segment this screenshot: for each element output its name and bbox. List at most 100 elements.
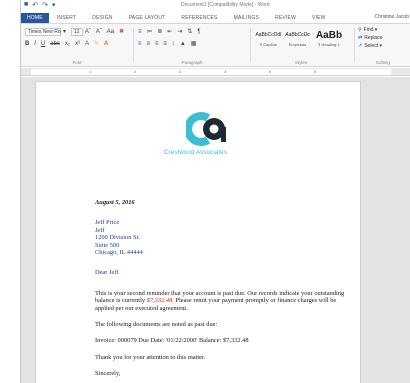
select-button[interactable]: ↗ Select ▾: [358, 42, 408, 50]
style-name: ¶ Heading 1: [318, 42, 340, 47]
tab-home[interactable]: HOME: [21, 12, 49, 23]
borders-icon[interactable]: ▦: [191, 40, 197, 48]
superscript-icon[interactable]: x²: [75, 40, 80, 48]
tab-design[interactable]: DESIGN: [84, 15, 120, 21]
ruler-number: 2: [134, 69, 137, 74]
invoice-line: Invoice: 000079 Due Date: '01/22/2000' B…: [95, 337, 249, 345]
highlight-icon[interactable]: ✎: [94, 40, 99, 48]
greeting: Dear Jeff: [95, 269, 119, 277]
replace-button[interactable]: ⇄ Replace: [358, 34, 408, 42]
ruler-number: 5: [269, 69, 272, 74]
change-case-icon[interactable]: Aa: [107, 28, 114, 36]
font-group: Times New Ro ▾ 12 Aˆ Aˇ Aa ✖ B I U abc x…: [23, 26, 131, 66]
tab-page-layout[interactable]: PAGE LAYOUT: [121, 15, 174, 21]
grow-font-icon[interactable]: Aˆ: [85, 28, 91, 36]
address-line: 1200 Division St.: [95, 234, 140, 242]
text-effects-icon[interactable]: A: [85, 40, 89, 48]
align-right-icon[interactable]: ≡: [155, 40, 159, 48]
customize-icon[interactable]: ▾: [52, 1, 56, 9]
font-name-box[interactable]: Times New Ro: [25, 28, 61, 36]
find-button[interactable]: ⚲ Find ▾: [358, 26, 408, 34]
quick-access-toolbar: ■ ↶ ↷ ▾: [24, 1, 56, 9]
font-name-dropdown-icon[interactable]: ▾: [63, 28, 66, 36]
user-name[interactable]: Christine Jacob: [375, 14, 409, 20]
tab-references[interactable]: REFERENCES: [173, 15, 225, 21]
font-size-box[interactable]: 12: [70, 28, 83, 36]
editing-group-label: Editing: [376, 60, 390, 65]
style-sample: AaBb: [315, 30, 343, 41]
paragraph-group-label: Paragraph: [181, 60, 203, 65]
shrink-font-icon[interactable]: Aˇ: [96, 28, 102, 36]
word-window: ■ ↶ ↷ ▾ Document1 [Compatibility Mode] -…: [20, 0, 410, 383]
ruler-number: 4: [224, 69, 227, 74]
tab-mailings[interactable]: MAILINGS: [226, 15, 268, 21]
tab-view[interactable]: VIEW: [304, 15, 334, 21]
address-line: Chicago, IL 44444: [95, 249, 143, 257]
ruler-number: 6: [314, 69, 317, 74]
ruler-track: 1 2 3 4 5 6: [31, 69, 391, 75]
select-icon: ↗: [358, 43, 363, 49]
redo-icon[interactable]: ↷: [42, 1, 48, 9]
tab-insert[interactable]: INSERT: [49, 15, 84, 21]
ruler-number: 3: [179, 69, 182, 74]
show-marks-icon[interactable]: ¶: [197, 28, 200, 36]
window-title: Document1 [Compatibility Mode] - Word: [181, 2, 270, 8]
shading-icon[interactable]: ▲: [180, 40, 186, 48]
bullets-icon[interactable]: ≡: [138, 28, 142, 36]
document-canvas: Crestwood Associates August 5, 2016 Jeff…: [21, 77, 410, 383]
strikethrough-icon[interactable]: abc: [50, 40, 60, 48]
subscript-icon[interactable]: x₂: [65, 40, 70, 48]
document-page[interactable]: Crestwood Associates August 5, 2016 Jeff…: [35, 81, 361, 383]
clear-format-icon[interactable]: ✖: [119, 28, 124, 36]
decrease-indent-icon[interactable]: ⇤: [167, 28, 172, 36]
company-logo: [186, 112, 226, 146]
letter-body: August 5, 2016 Jeff Price Jeff 1200 Divi…: [95, 199, 345, 383]
style-name: Emphasis: [288, 42, 307, 47]
title-bar: ■ ↶ ↷ ▾ Document1 [Compatibility Mode] -…: [21, 0, 410, 11]
multilevel-list-icon[interactable]: ≣: [157, 28, 162, 36]
ribbon-tabs: HOME INSERT DESIGN PAGE LAYOUT REFERENCE…: [21, 12, 410, 23]
style-name: ¶ Caption: [259, 42, 278, 47]
balance-amount: $7,332.48.: [146, 297, 174, 305]
style-caption[interactable]: AaBbCcDdI ¶ Caption: [255, 29, 282, 49]
style-emphasis[interactable]: AaBbCcDc Emphasis: [284, 29, 311, 49]
underline-icon[interactable]: U: [41, 40, 45, 48]
tab-review[interactable]: REVIEW: [267, 15, 304, 21]
address-line: Jeff Price: [95, 219, 120, 227]
ribbon-separator: [133, 28, 134, 62]
style-sample: AaBbCcDdI: [255, 32, 282, 38]
style-heading-1[interactable]: AaBb ¶ Heading 1: [313, 29, 345, 49]
ruler-number: 1: [89, 69, 92, 74]
line-spacing-icon[interactable]: ↕: [172, 40, 175, 48]
replace-icon: ⇄: [358, 35, 363, 41]
ribbon-separator: [354, 28, 355, 62]
save-icon[interactable]: ■: [24, 1, 28, 9]
italic-icon[interactable]: I: [34, 40, 36, 48]
recipient-address: Jeff Price Jeff 1200 Division St. Suite …: [95, 219, 345, 256]
style-sample: AaBbCcDc: [285, 32, 310, 38]
increase-indent-icon[interactable]: ⇥: [177, 28, 182, 36]
closing: Sincerely,: [95, 370, 121, 378]
documents-paragraph: The following documents are noted as pas…: [95, 321, 218, 329]
align-left-icon[interactable]: ≡: [138, 40, 142, 48]
ribbon: Times New Ro ▾ 12 Aˆ Aˇ Aa ✖ B I U abc x…: [21, 23, 410, 67]
logo-text: Crestwood Associates: [164, 150, 228, 156]
ribbon-separator: [250, 28, 251, 62]
justify-icon[interactable]: ≡: [163, 40, 167, 48]
letter-date: August 5, 2016: [95, 199, 135, 206]
editing-group: ⚲ Find ▾ ⇄ Replace ↗ Select ▾ Editing: [358, 26, 408, 66]
undo-icon[interactable]: ↶: [32, 1, 38, 9]
font-color-icon[interactable]: A: [104, 40, 108, 48]
address-line: Jeff: [95, 226, 105, 234]
styles-group-label: Styles: [294, 60, 308, 65]
bold-icon[interactable]: B: [25, 40, 29, 48]
styles-group: AaBbCcDdI ¶ Caption AaBbCcDc Emphasis Aa…: [253, 26, 349, 66]
horizontal-ruler[interactable]: 1 2 3 4 5 6: [21, 68, 410, 76]
reminder-paragraph: This is your second reminder that your a…: [95, 289, 345, 312]
align-center-icon[interactable]: ≡: [146, 40, 150, 48]
font-group-label: Font: [72, 60, 82, 65]
sort-icon[interactable]: ⇅: [187, 28, 192, 36]
address-line: Suite 500: [95, 241, 120, 249]
find-icon: ⚲: [358, 27, 362, 33]
numbering-icon[interactable]: ≔: [146, 28, 152, 36]
